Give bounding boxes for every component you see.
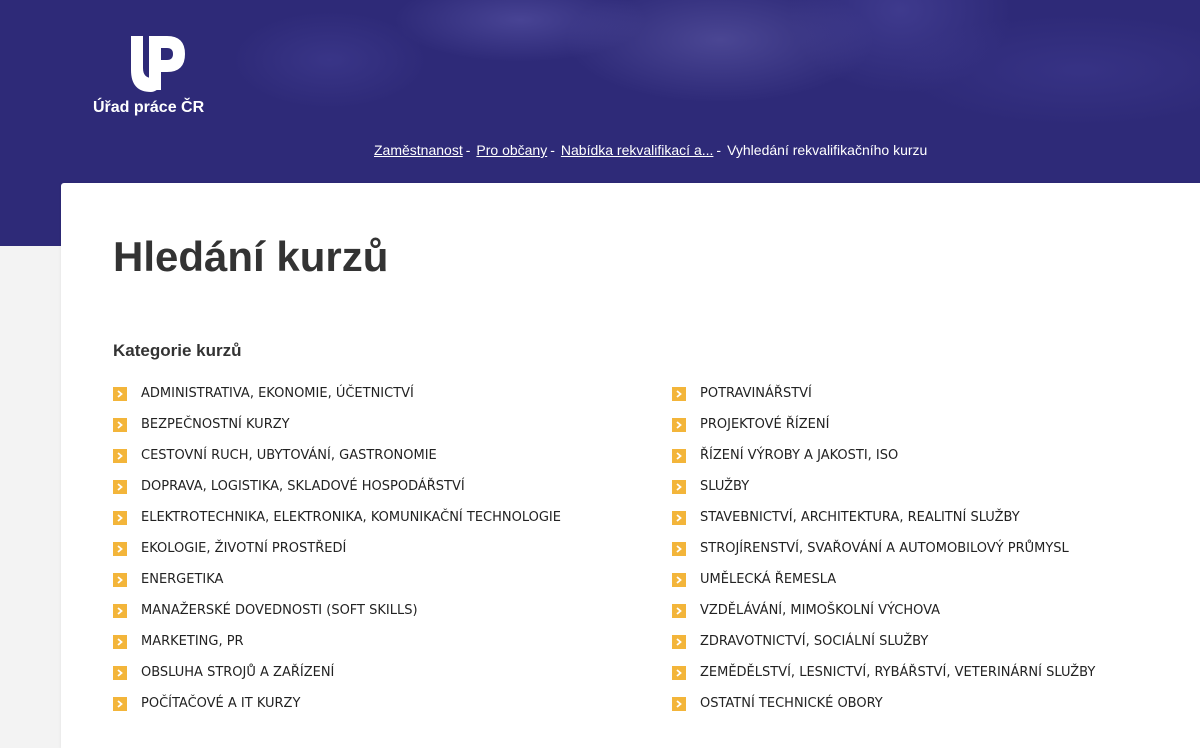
category-label: STROJÍRENSTVÍ, SVAŘOVÁNÍ A AUTOMOBILOVÝ … xyxy=(700,541,1069,556)
category-item[interactable]: DOPRAVA, LOGISTIKA, SKLADOVÉ HOSPODÁŘSTV… xyxy=(113,478,561,509)
chevron-right-icon xyxy=(113,666,127,680)
category-item[interactable]: STROJÍRENSTVÍ, SVAŘOVÁNÍ A AUTOMOBILOVÝ … xyxy=(672,540,1095,571)
category-item[interactable]: ENERGETIKA xyxy=(113,571,561,602)
breadcrumb-separator: - xyxy=(465,142,471,158)
category-item[interactable]: ZDRAVOTNICTVÍ, SOCIÁLNÍ SLUŽBY xyxy=(672,633,1095,664)
breadcrumb-link-pro-obcany[interactable]: Pro občany xyxy=(476,142,547,158)
category-item[interactable]: CESTOVNÍ RUCH, UBYTOVÁNÍ, GASTRONOMIE xyxy=(113,447,561,478)
category-label: ELEKTROTECHNIKA, ELEKTRONIKA, KOMUNIKAČN… xyxy=(141,510,561,525)
site-logo[interactable]: Úřad práce ČR xyxy=(93,34,223,124)
category-label: ZEMĚDĚLSTVÍ, LESNICTVÍ, RYBÁŘSTVÍ, VETER… xyxy=(700,665,1096,680)
category-label: SLUŽBY xyxy=(700,479,750,494)
chevron-right-icon xyxy=(672,573,686,587)
category-item[interactable]: POČÍTAČOVÉ A IT KURZY xyxy=(113,695,561,726)
category-label: MARKETING, PR xyxy=(141,634,244,649)
chevron-right-icon xyxy=(672,697,686,711)
category-label: EKOLOGIE, ŽIVOTNÍ PROSTŘEDÍ xyxy=(141,541,347,556)
chevron-right-icon xyxy=(672,542,686,556)
chevron-right-icon xyxy=(672,635,686,649)
breadcrumb-link-zamestnanost[interactable]: Zaměstnanost xyxy=(374,142,463,158)
chevron-right-icon xyxy=(672,604,686,618)
category-item[interactable]: STAVEBNICTVÍ, ARCHITEKTURA, REALITNÍ SLU… xyxy=(672,509,1095,540)
page-title: Hledání kurzů xyxy=(113,233,389,280)
category-label: ZDRAVOTNICTVÍ, SOCIÁLNÍ SLUŽBY xyxy=(700,634,929,649)
chevron-right-icon xyxy=(672,666,686,680)
chevron-right-icon xyxy=(113,542,127,556)
main-content-card: Hledání kurzů Kategorie kurzů ADMINISTRA… xyxy=(61,183,1200,748)
chevron-right-icon xyxy=(113,387,127,401)
chevron-right-icon xyxy=(113,418,127,432)
category-item[interactable]: VZDĚLÁVÁNÍ, MIMOŠKOLNÍ VÝCHOVA xyxy=(672,602,1095,633)
chevron-right-icon xyxy=(113,573,127,587)
chevron-right-icon xyxy=(113,511,127,525)
category-label: POTRAVINÁŘSTVÍ xyxy=(700,386,812,401)
category-label: MANAŽERSKÉ DOVEDNOSTI (SOFT SKILLS) xyxy=(141,603,418,618)
logo-text: Úřad práce ČR xyxy=(93,99,205,116)
category-label: BEZPEČNOSTNÍ KURZY xyxy=(141,417,290,432)
category-item[interactable]: MANAŽERSKÉ DOVEDNOSTI (SOFT SKILLS) xyxy=(113,602,561,633)
category-item[interactable]: UMĚLECKÁ ŘEMESLA xyxy=(672,571,1095,602)
category-label: OSTATNÍ TECHNICKÉ OBORY xyxy=(700,696,883,711)
category-label: ENERGETIKA xyxy=(141,572,224,587)
category-section-title: Kategorie kurzů xyxy=(113,341,242,360)
category-item[interactable]: MARKETING, PR xyxy=(113,633,561,664)
chevron-right-icon xyxy=(113,635,127,649)
chevron-right-icon xyxy=(113,697,127,711)
category-item[interactable]: BEZPEČNOSTNÍ KURZY xyxy=(113,416,561,447)
category-label: CESTOVNÍ RUCH, UBYTOVÁNÍ, GASTRONOMIE xyxy=(141,448,437,463)
category-list-right: POTRAVINÁŘSTVÍ PROJEKTOVÉ ŘÍZENÍ ŘÍZENÍ VÝ… xyxy=(672,385,1095,726)
category-item[interactable]: ZEMĚDĚLSTVÍ, LESNICTVÍ, RYBÁŘSTVÍ, VETER… xyxy=(672,664,1095,695)
up-logo-icon xyxy=(131,36,185,92)
breadcrumb-current: Vyhledání rekvalifikačního kurzu xyxy=(727,142,928,158)
category-label: PROJEKTOVÉ ŘÍZENÍ xyxy=(700,417,830,432)
breadcrumb-separator: - xyxy=(716,142,722,158)
chevron-right-icon xyxy=(113,449,127,463)
category-label: STAVEBNICTVÍ, ARCHITEKTURA, REALITNÍ SLU… xyxy=(700,510,1020,525)
category-label: UMĚLECKÁ ŘEMESLA xyxy=(700,572,837,587)
chevron-right-icon xyxy=(113,604,127,618)
chevron-right-icon xyxy=(672,511,686,525)
category-label: DOPRAVA, LOGISTIKA, SKLADOVÉ HOSPODÁŘSTV… xyxy=(141,479,465,494)
category-item[interactable]: SLUŽBY xyxy=(672,478,1095,509)
chevron-right-icon xyxy=(672,387,686,401)
category-label: OBSLUHA STROJŮ A ZAŘÍZENÍ xyxy=(141,665,335,680)
chevron-right-icon xyxy=(672,449,686,463)
chevron-right-icon xyxy=(672,480,686,494)
category-item[interactable]: ADMINISTRATIVA, EKONOMIE, ÚČETNICTVÍ xyxy=(113,385,561,416)
breadcrumb-link-nabidka-rekvalifikaci[interactable]: Nabídka rekvalifikací a... xyxy=(561,142,714,158)
category-label: ŘÍZENÍ VÝROBY A JAKOSTI, ISO xyxy=(700,448,899,463)
category-item[interactable]: PROJEKTOVÉ ŘÍZENÍ xyxy=(672,416,1095,447)
category-item[interactable]: EKOLOGIE, ŽIVOTNÍ PROSTŘEDÍ xyxy=(113,540,561,571)
breadcrumb: Zaměstnanost - Pro občany - Nabídka rekvalif… xyxy=(374,142,927,158)
category-label: POČÍTAČOVÉ A IT KURZY xyxy=(141,696,301,711)
category-item[interactable]: OSTATNÍ TECHNICKÉ OBORY xyxy=(672,695,1095,726)
category-label: VZDĚLÁVÁNÍ, MIMOŠKOLNÍ VÝCHOVA xyxy=(700,603,941,618)
breadcrumb-separator: - xyxy=(550,142,555,158)
category-item[interactable]: ELEKTROTECHNIKA, ELEKTRONIKA, KOMUNIKAČN… xyxy=(113,509,561,540)
category-item[interactable]: OBSLUHA STROJŮ A ZAŘÍZENÍ xyxy=(113,664,561,695)
chevron-right-icon xyxy=(672,418,686,432)
category-label: ADMINISTRATIVA, EKONOMIE, ÚČETNICTVÍ xyxy=(141,386,414,401)
category-item[interactable]: POTRAVINÁŘSTVÍ xyxy=(672,385,1095,416)
category-list-left: ADMINISTRATIVA, EKONOMIE, ÚČETNICTVÍ BEZP… xyxy=(113,385,561,726)
category-item[interactable]: ŘÍZENÍ VÝROBY A JAKOSTI, ISO xyxy=(672,447,1095,478)
chevron-right-icon xyxy=(113,480,127,494)
